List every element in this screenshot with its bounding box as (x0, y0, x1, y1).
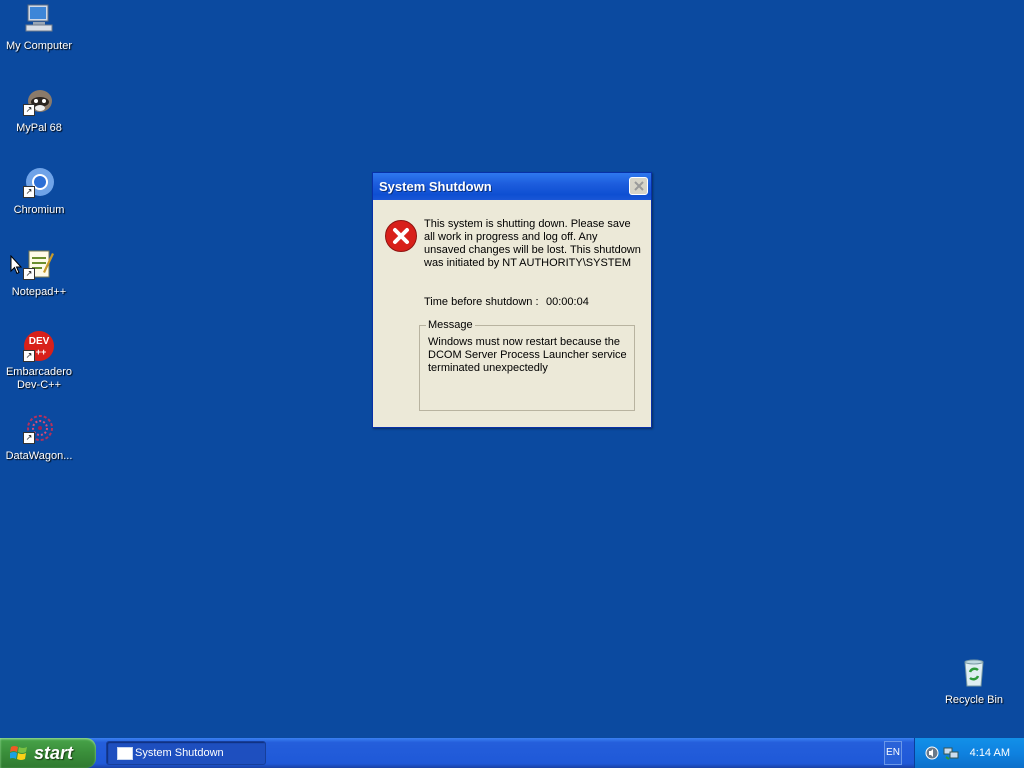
chromium-icon: ↗ (23, 166, 55, 198)
language-indicator[interactable]: EN (884, 741, 902, 765)
desktop-icon-label: DataWagon... (5, 450, 73, 462)
message-group-label: Message (426, 319, 475, 331)
notepad-plus-plus-icon: ↗ (23, 248, 55, 280)
windows-logo-icon (10, 746, 27, 760)
tray-network-icon[interactable] (943, 746, 959, 760)
taskbar: start System Shutdown EN 4:14 AM (0, 738, 1024, 768)
window-icon (117, 747, 133, 760)
desktop-icon-mypal[interactable]: ↗ MyPal 68 (0, 84, 78, 135)
desktop-icon-my-computer[interactable]: My Computer (0, 2, 78, 53)
desktop-icon-recycle-bin[interactable]: Recycle Bin (935, 656, 1013, 707)
system-tray: 4:14 AM (914, 738, 1024, 768)
countdown-value: 00:00:04 (546, 296, 589, 308)
desktop-icon-devcpp[interactable]: DEV ++ ↗ Embarcadero Dev-C++ (0, 330, 78, 392)
taskbar-item-system-shutdown[interactable]: System Shutdown (106, 741, 266, 765)
dialog-title-bar[interactable]: System Shutdown (373, 173, 651, 200)
recycle-bin-icon (958, 656, 990, 688)
shortcut-arrow-icon: ↗ (23, 104, 35, 116)
desktop-icon-datawagon[interactable]: ↗ DataWagon... (0, 412, 78, 463)
close-button[interactable] (629, 177, 648, 195)
desktop-icon-label: Notepad++ (11, 286, 67, 298)
desktop-icon-chromium[interactable]: ↗ Chromium (0, 166, 78, 217)
svg-text:++: ++ (36, 347, 47, 357)
message-groupbox: Message Windows must now restart because… (419, 319, 635, 411)
clock[interactable]: 4:14 AM (970, 738, 1010, 768)
shortcut-arrow-icon: ↗ (23, 432, 35, 444)
taskbar-item-label: System Shutdown (135, 747, 224, 759)
desktop-icon-label: My Computer (5, 40, 73, 52)
desktop-icon-label: Recycle Bin (944, 694, 1004, 706)
shortcut-arrow-icon: ↗ (23, 268, 35, 280)
start-label: start (34, 743, 74, 763)
desktop-icon-label: Embarcadero Dev-C++ (5, 366, 73, 391)
shortcut-arrow-icon: ↗ (23, 186, 35, 198)
system-shutdown-dialog: System Shutdown This system is shutting … (372, 172, 652, 428)
my-computer-icon (23, 2, 55, 34)
desktop-icon-label: MyPal 68 (16, 122, 62, 134)
datawagon-icon: ↗ (23, 412, 55, 444)
close-icon (633, 181, 644, 191)
devcpp-icon: DEV ++ ↗ (23, 330, 55, 362)
dialog-title: System Shutdown (379, 179, 492, 194)
desktop: { "desktop": { "icons": [ {"label": "My … (0, 0, 1024, 768)
desktop-icon-label: Chromium (13, 204, 65, 216)
devcpp-badge-text: DEV (29, 336, 50, 347)
countdown-label: Time before shutdown : (424, 296, 539, 308)
tray-speaker-icon[interactable] (925, 746, 939, 760)
mypal-icon: ↗ (23, 84, 55, 116)
shortcut-arrow-icon: ↗ (23, 350, 35, 362)
error-icon (385, 220, 417, 252)
restart-reason-text: Windows must now restart because the DCO… (428, 336, 627, 374)
shutdown-message: This system is shutting down. Please sav… (424, 218, 641, 269)
mouse-pointer-icon (10, 255, 22, 275)
start-button[interactable]: start (0, 738, 96, 768)
